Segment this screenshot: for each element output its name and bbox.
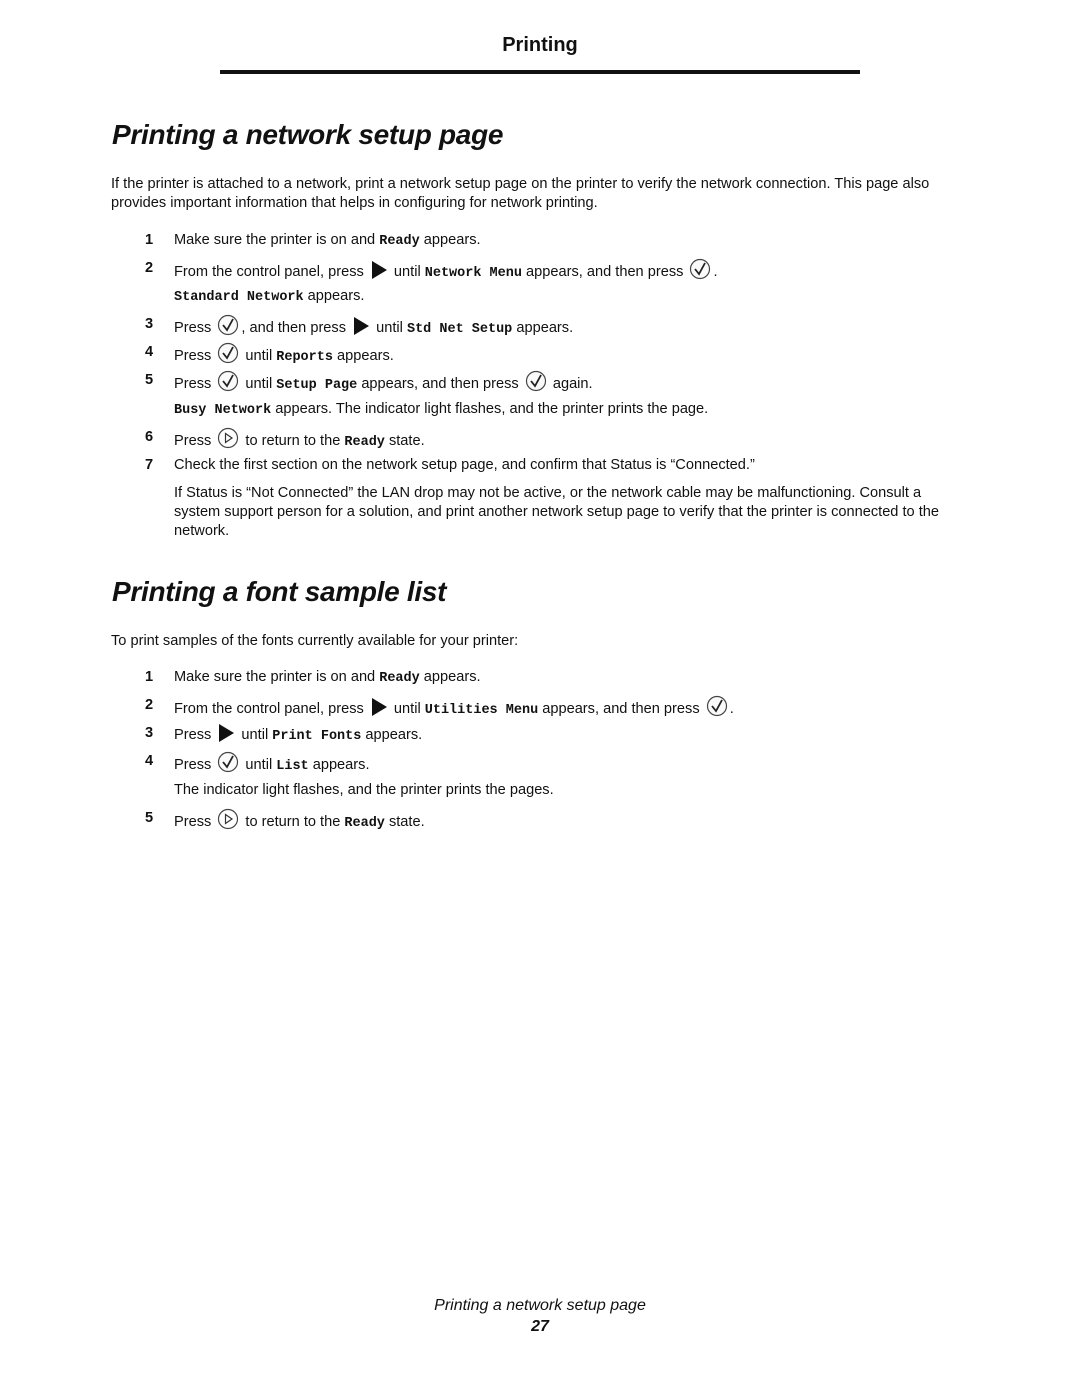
page-number: 27 bbox=[531, 1318, 549, 1335]
step-number: 2 bbox=[145, 697, 154, 713]
step-text: appears. bbox=[308, 757, 370, 773]
step-text: Press bbox=[174, 320, 216, 336]
display-message: Ready bbox=[379, 671, 420, 686]
step-text: Press bbox=[174, 348, 216, 364]
display-message: Setup Page bbox=[276, 378, 358, 393]
select-check-icon bbox=[217, 751, 239, 773]
go-button-icon bbox=[217, 808, 239, 830]
step-text: until bbox=[241, 348, 277, 364]
display-message: Ready bbox=[344, 435, 385, 450]
step-text: appears. bbox=[419, 669, 481, 685]
step-text: Make sure the printer is on and bbox=[174, 232, 380, 248]
right-arrow-icon bbox=[370, 260, 388, 280]
step-text: . bbox=[713, 264, 718, 280]
right-arrow-icon bbox=[370, 697, 388, 717]
step-text: Press bbox=[174, 757, 216, 773]
display-message: List bbox=[276, 759, 309, 774]
step-text: state. bbox=[384, 433, 425, 449]
section-title-font-sample: Printing a font sample list bbox=[112, 576, 447, 607]
step-text: appears. bbox=[332, 348, 394, 364]
step-number: 7 bbox=[145, 457, 154, 473]
step-number: 6 bbox=[145, 429, 154, 445]
section-title-network-setup: Printing a network setup page bbox=[112, 119, 504, 150]
step-text: The indicator light flashes, and the pri… bbox=[174, 782, 554, 798]
step-text: , and then press bbox=[241, 320, 351, 336]
footer-section-title: Printing a network setup page bbox=[434, 1297, 646, 1314]
display-message: Std Net Setup bbox=[406, 322, 513, 337]
step-text: Press bbox=[174, 376, 216, 392]
step-text: appears. bbox=[361, 727, 423, 743]
display-message: Ready bbox=[344, 816, 385, 831]
running-header-title: Printing bbox=[502, 34, 578, 56]
step-text: appears, and then press bbox=[521, 264, 688, 280]
step-text: Press bbox=[174, 727, 216, 743]
select-check-icon bbox=[689, 258, 711, 280]
right-arrow-icon bbox=[217, 723, 235, 743]
section-intro-network: If the printer is attached to a network,… bbox=[111, 176, 930, 211]
step-text: appears, and then press bbox=[538, 701, 704, 717]
step-text: appears. bbox=[303, 288, 365, 304]
step-number: 2 bbox=[145, 260, 154, 276]
select-check-icon bbox=[217, 314, 239, 336]
step-number: 1 bbox=[145, 232, 154, 248]
step-text: Make sure the printer is on and bbox=[174, 669, 380, 685]
step-text: again. bbox=[548, 376, 593, 392]
step-number: 3 bbox=[145, 725, 154, 741]
right-arrow-icon bbox=[352, 316, 370, 336]
display-message: Busy Network bbox=[174, 403, 272, 418]
section-intro-font: To print samples of the fonts currently … bbox=[111, 633, 519, 649]
display-message: Ready bbox=[379, 234, 420, 249]
step-number: 3 bbox=[145, 316, 154, 332]
step-number: 4 bbox=[145, 344, 154, 360]
select-check-icon bbox=[217, 342, 239, 364]
display-message: Reports bbox=[276, 350, 333, 365]
step-text: appears. bbox=[512, 320, 574, 336]
display-message: Utilities Menu bbox=[424, 703, 539, 718]
step-text: Press bbox=[174, 814, 216, 830]
step-text: From the control panel, press bbox=[174, 264, 368, 280]
step-text: until bbox=[241, 757, 277, 773]
step-text: Check the first section on the network s… bbox=[174, 457, 755, 473]
step-text: until bbox=[389, 701, 425, 717]
step-text: appears, and then press bbox=[357, 376, 523, 392]
step-number: 4 bbox=[145, 753, 154, 769]
step-number: 1 bbox=[145, 669, 154, 685]
step-text: until bbox=[237, 727, 273, 743]
select-check-icon bbox=[525, 370, 547, 392]
step-text: until bbox=[389, 264, 425, 280]
step-text: . bbox=[729, 701, 734, 717]
step-text: From the control panel, press bbox=[174, 701, 368, 717]
display-message: Print Fonts bbox=[272, 729, 362, 744]
select-check-icon bbox=[217, 370, 239, 392]
step-text: state. bbox=[384, 814, 425, 830]
step-text: appears. The indicator light flashes, an… bbox=[271, 401, 709, 417]
header-rule bbox=[220, 70, 860, 74]
step-text: until bbox=[372, 320, 407, 336]
display-message: Network Menu bbox=[424, 266, 522, 281]
step-number: 5 bbox=[145, 810, 154, 826]
step-text: until bbox=[241, 376, 277, 392]
select-check-icon bbox=[706, 695, 728, 717]
go-button-icon bbox=[217, 427, 239, 449]
step-text: to return to the bbox=[241, 814, 345, 830]
step-text: appears. bbox=[419, 232, 481, 248]
display-message: Standard Network bbox=[174, 290, 304, 305]
step-text: to return to the bbox=[241, 433, 345, 449]
step-text: Press bbox=[174, 433, 216, 449]
step-number: 5 bbox=[145, 372, 154, 388]
step-note: If Status is “Not Connected” the LAN dro… bbox=[174, 485, 939, 539]
